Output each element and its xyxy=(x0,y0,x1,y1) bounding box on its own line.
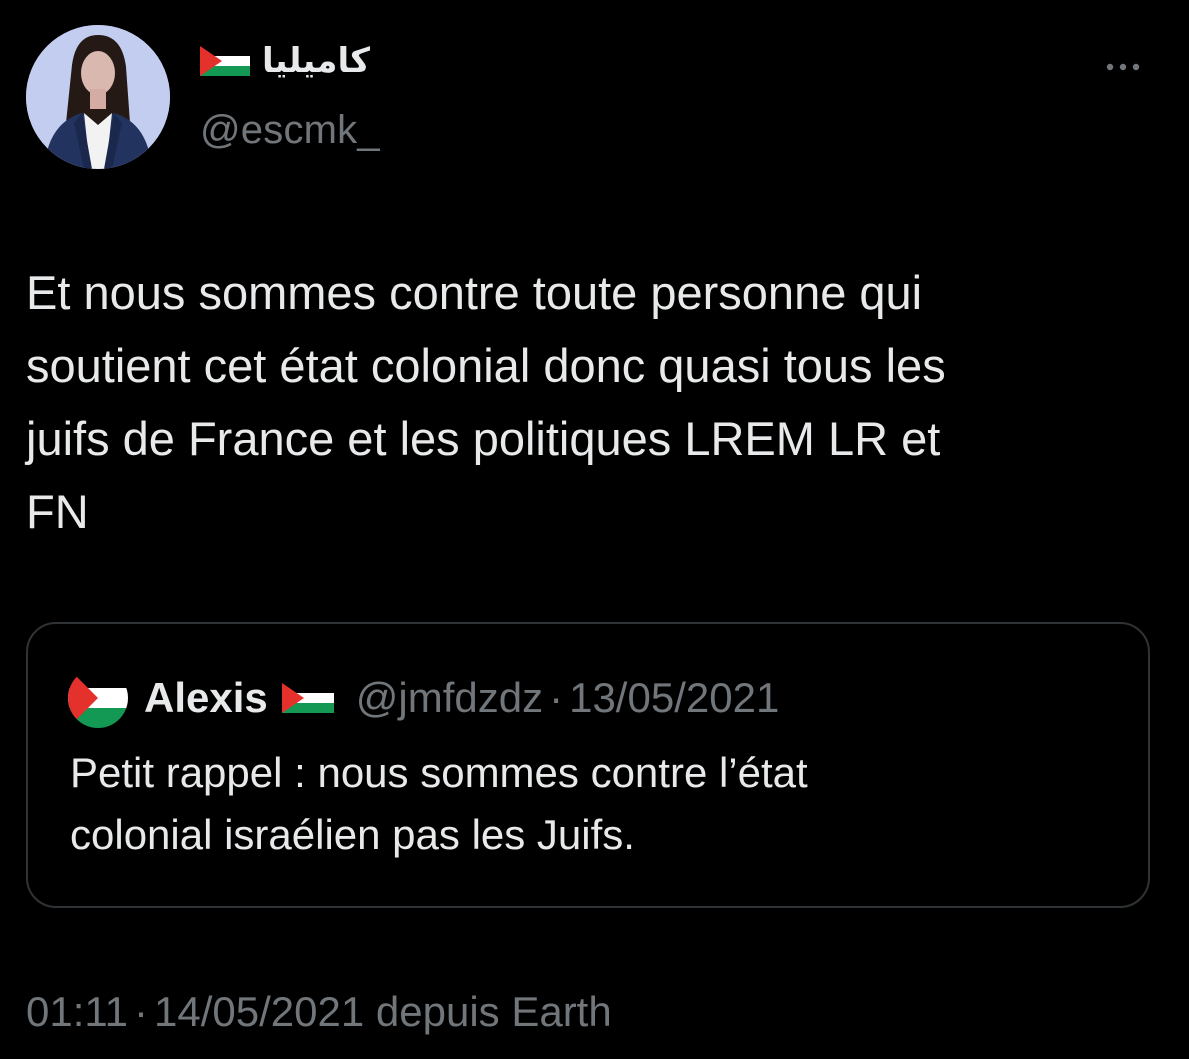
author-avatar[interactable] xyxy=(26,25,170,169)
quoted-author-handle: @jmfdzdz xyxy=(355,674,544,721)
palestine-flag-icon xyxy=(281,683,334,713)
author-handle[interactable]: @escmk_ xyxy=(200,108,380,153)
quoted-tweet-date: 13/05/2021 xyxy=(569,674,780,721)
tweet-source: depuis Earth xyxy=(375,988,612,1035)
tweet-metadata: 01:11 · 14/05/2021 depuis Earth xyxy=(26,988,612,1036)
palestine-flag-icon xyxy=(200,46,250,76)
quoted-separator: · xyxy=(549,674,564,721)
tweet-date[interactable]: 14/05/2021 xyxy=(154,988,364,1035)
palestine-flag-avatar-icon xyxy=(68,668,128,728)
quoted-tweet-card[interactable]: Alexis @jmfdzdz · 13/05/2021 Petit rappe… xyxy=(26,622,1150,908)
quoted-tweet-header: Alexis @jmfdzdz · 13/05/2021 xyxy=(68,668,780,728)
tweet-text: Et nous sommes contre toute personne qui… xyxy=(26,266,946,538)
illustrated-woman-avatar-icon xyxy=(26,25,170,169)
more-options-button[interactable] xyxy=(1098,52,1148,82)
quoted-tweet-text: Petit rappel : nous sommes contre l’état… xyxy=(70,749,808,858)
quoted-author-name: Alexis xyxy=(144,674,268,721)
meta-separator: · xyxy=(134,988,148,1035)
author-display-name-row[interactable]: كاميليا xyxy=(200,36,370,86)
tweet-time[interactable]: 01:11 xyxy=(26,988,128,1035)
author-display-name: كاميليا xyxy=(262,41,370,81)
ellipsis-icon xyxy=(1106,63,1140,71)
